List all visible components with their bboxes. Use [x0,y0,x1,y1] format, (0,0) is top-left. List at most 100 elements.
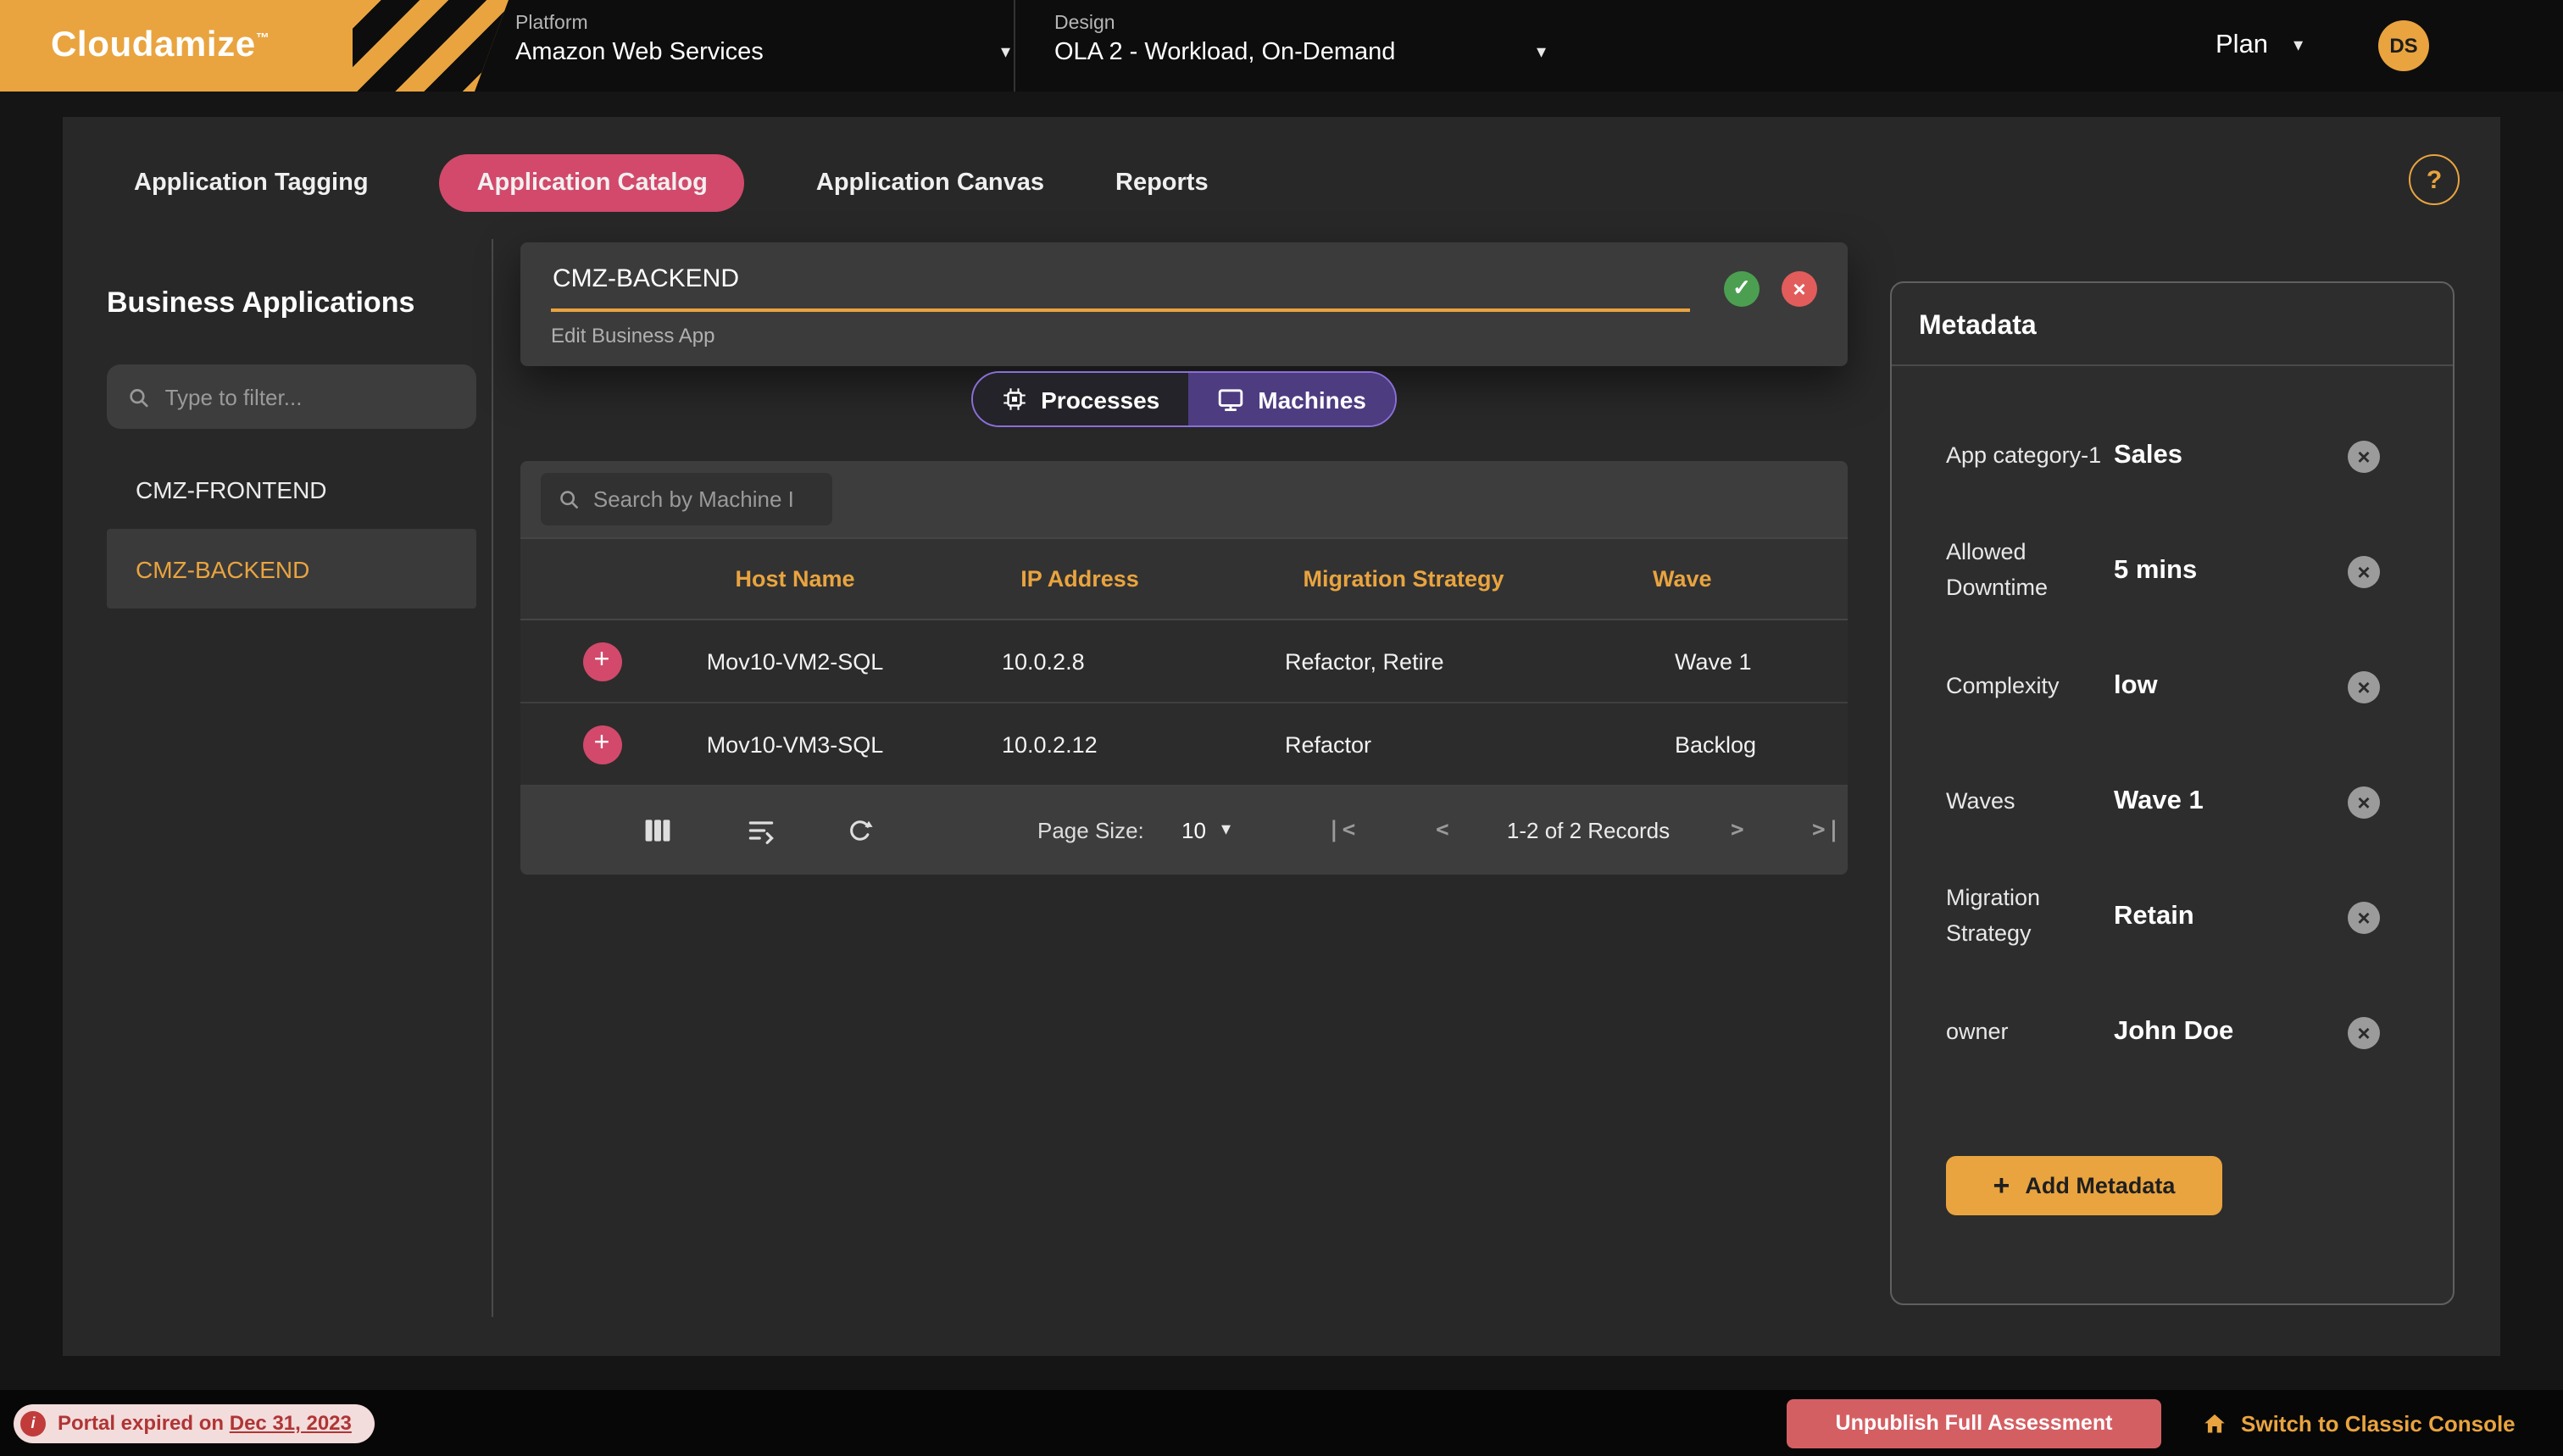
page-size-value: 10 [1181,818,1206,843]
tab-application-tagging[interactable]: Application Tagging [134,169,369,197]
chevron-down-icon: ▾ [1221,821,1231,840]
column-chooser-button[interactable] [639,812,676,849]
status-bar: i Portal expired on Dec 31, 2023 Unpubli… [0,1390,2563,1456]
wave-cell: Wave 1 [1554,648,1848,674]
user-avatar[interactable]: DS [2378,20,2429,71]
primary-tabs: Application Tagging Application Catalog … [134,154,1209,212]
refresh-button[interactable] [842,813,878,848]
plan-label: Plan [2216,31,2268,61]
business-app-list: CMZ-FRONTEND CMZ-BACKEND [107,449,476,609]
remove-metadata-button[interactable]: × [2348,555,2380,587]
table-row: + Mov10-VM3-SQL 10.0.2.12 Refactor Backl… [520,703,1848,786]
table-search-bar [520,461,1848,537]
remove-metadata-button[interactable]: × [2348,786,2380,818]
filter-input[interactable] [165,384,456,409]
remove-metadata-button[interactable]: × [2348,670,2380,703]
last-page-button[interactable]: >| [1812,818,1842,843]
sidebar-filter [107,364,476,429]
expand-row-button[interactable]: + [582,725,621,764]
search-icon [558,486,580,512]
metadata-label: Waves [1946,784,2114,820]
business-app-name-input[interactable] [551,264,1690,312]
page-size-select[interactable]: 10 ▾ [1181,818,1231,843]
migration-strategy-cell: Refactor, Retire [1253,648,1554,674]
tab-reports[interactable]: Reports [1115,169,1209,197]
view-toggle: Processes Machines [520,371,1848,427]
chevron-down-icon: ▾ [1001,43,1010,62]
chevron-down-icon: ▾ [1537,43,1546,62]
switch-link-label: Switch to Classic Console [2241,1410,2516,1436]
monitor-icon [1217,386,1244,413]
sidebar-item-cmz-backend[interactable]: CMZ-BACKEND [107,529,476,609]
metadata-entry: Waves Wave 1 × [1946,744,2380,859]
tab-application-catalog[interactable]: Application Catalog [440,154,745,212]
home-icon [2202,1410,2227,1436]
metadata-entry: owner John Doe × [1946,975,2380,1090]
columns-icon [642,815,673,846]
migration-strategy-cell: Refactor [1253,731,1554,757]
remove-metadata-button[interactable]: × [2348,901,2380,933]
portal-expiry-badge: i Portal expired on Dec 31, 2023 [14,1403,375,1442]
prev-page-button[interactable]: < [1436,818,1451,843]
processes-label: Processes [1041,386,1159,413]
machines-table: Host Name IP Address Migration Strategy … [520,461,1848,875]
platform-value: Amazon Web Services [515,39,764,66]
list-filter-icon [746,815,776,846]
next-page-button[interactable]: > [1731,818,1746,843]
metadata-entry: App category-1 Sales × [1946,398,2380,514]
help-button[interactable]: ? [2409,154,2460,205]
platform-selector[interactable]: Platform Amazon Web Services ▾ [515,14,1010,66]
unpublish-full-assessment-button[interactable]: Unpublish Full Assessment [1787,1398,2161,1448]
design-value: OLA 2 - Workload, On-Demand [1054,39,1395,66]
table-header-row: Host Name IP Address Migration Strategy … [520,537,1848,620]
column-host-name: Host Name [683,566,907,592]
metadata-entry: Complexity low × [1946,629,2380,744]
expand-row-button[interactable]: + [582,642,621,681]
trademark-symbol: ™ [256,31,270,46]
first-page-button[interactable]: |< [1327,818,1357,843]
toggle-processes[interactable]: Processes [973,373,1188,425]
metadata-value: low [2114,671,2348,702]
main-panel: Application Tagging Application Catalog … [63,117,2500,1356]
machine-search-input[interactable] [593,486,815,512]
metadata-label: Migration Strategy [1946,881,2114,953]
add-metadata-button[interactable]: + Add Metadata [1946,1156,2222,1215]
remove-metadata-button[interactable]: × [2348,440,2380,472]
cloudamize-logo[interactable]: Cloudamize™ [0,0,509,92]
confirm-button[interactable]: ✓ [1724,270,1760,306]
table-footer: Page Size: 10 ▾ |< < 1-2 of 2 Records > … [520,786,1848,875]
tab-application-canvas[interactable]: Application Canvas [816,169,1044,197]
refresh-icon [846,816,875,845]
plan-menu[interactable]: Plan ▾ [2216,0,2303,92]
machine-search-field [541,473,832,525]
metadata-entry: Migration Strategy Retain × [1946,859,2380,975]
metadata-label: Complexity [1946,669,2114,704]
toggle-machines[interactable]: Machines [1188,373,1395,425]
portal-notice-text: Portal expired on [58,1411,224,1435]
metadata-value: Retain [2114,902,2348,932]
cpu-icon [1002,386,1027,412]
edit-helper-text: Edit Business App [551,324,1817,347]
metadata-label: owner [1946,1014,2114,1050]
brand-name: Cloudamize™ [51,25,270,66]
metadata-value: 5 mins [2114,556,2348,586]
column-migration-strategy: Migration Strategy [1253,566,1554,592]
page-size-label: Page Size: [1037,818,1144,843]
cancel-button[interactable]: × [1782,270,1817,306]
ip-address-cell: 10.0.2.12 [907,731,1253,757]
sidebar-divider [492,239,493,1317]
row-filter-button[interactable] [742,812,780,849]
metadata-label: App category-1 [1946,438,2114,474]
metadata-value: Sales [2114,441,2348,471]
design-selector[interactable]: Design OLA 2 - Workload, On-Demand ▾ [1054,14,1546,66]
add-metadata-label: Add Metadata [2025,1173,2175,1198]
chevron-down-icon: ▾ [2293,36,2303,55]
column-wave: Wave [1554,566,1848,592]
metadata-label: Allowed Downtime [1946,536,2114,607]
switch-to-classic-console-link[interactable]: Switch to Classic Console [2202,1410,2516,1436]
table-row: + Mov10-VM2-SQL 10.0.2.8 Refactor, Retir… [520,620,1848,703]
sidebar-item-cmz-frontend[interactable]: CMZ-FRONTEND [107,449,476,529]
portal-expiry-date: Dec 31, 2023 [230,1411,352,1435]
remove-metadata-button[interactable]: × [2348,1016,2380,1048]
top-header: Cloudamize™ Platform Amazon Web Services… [0,0,2563,92]
